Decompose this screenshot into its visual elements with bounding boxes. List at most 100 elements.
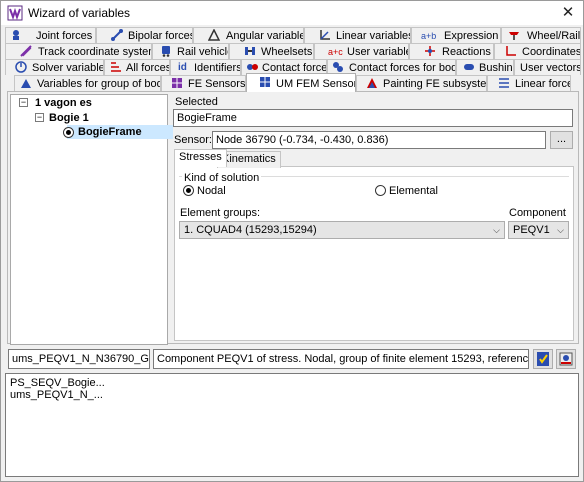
nodal-radio[interactable]	[183, 185, 194, 196]
tab-label: Joint forces	[36, 30, 93, 42]
list-item[interactable]: ums_PEQV1_N_...	[10, 389, 103, 401]
tab-label: Coordinates	[522, 46, 581, 58]
tree-node-root[interactable]: 1 vagon es	[35, 97, 92, 109]
sensor-field[interactable]: Node 36790 (-0.734, -0.430, 0.836)	[212, 131, 546, 149]
element-groups-value: 1. CQUAD4 (15293,15294)	[184, 224, 317, 236]
element-groups-label: Element groups:	[180, 207, 261, 219]
tree-node-radio	[63, 127, 74, 138]
body-tree[interactable]: − 1 vagon es − Bogie 1 BogieFrame	[10, 94, 173, 345]
tab-label: User variables	[347, 46, 408, 58]
sensor-browse-button[interactable]: ...	[550, 131, 573, 149]
sensor-label: Sensor:	[174, 134, 212, 146]
close-button[interactable]: ✕	[553, 1, 583, 25]
tab-label: Variables for group of bodies	[37, 78, 161, 90]
expression-icon: a+b	[421, 31, 437, 41]
variable-name-field[interactable]: ums_PEQV1_N_N36790_GroupFE1	[8, 349, 150, 369]
axes-icon	[320, 30, 330, 40]
tab-label: Identifiers	[194, 62, 241, 74]
tab-solver-variables[interactable]: Solver variables	[5, 59, 104, 75]
angle-icon	[208, 29, 220, 41]
selected-field[interactable]: BogieFrame	[173, 109, 573, 127]
variables-list[interactable]: PS_SEQV_Bogie... ums_PEQV1_N_...	[5, 373, 579, 477]
wheel-rail-icon	[509, 32, 519, 40]
tab-track-coordinate-system[interactable]: Track coordinate system	[5, 43, 152, 59]
tab-coordinates[interactable]: Coordinates	[494, 43, 581, 59]
tab-label: Rail vehicle	[177, 46, 229, 58]
fe-sensors-icon	[172, 78, 182, 88]
tab-label: All forces	[126, 62, 170, 74]
tab-label: UM FEM Sensors	[276, 78, 356, 90]
tab-reactions[interactable]: Reactions	[409, 43, 494, 59]
tab-angular-variables[interactable]: Angular variables	[193, 27, 304, 43]
tab-all-forces[interactable]: All forces	[104, 59, 170, 75]
tab-label: Expression	[444, 30, 499, 42]
contact-forces-icon	[247, 64, 258, 70]
painting-icon	[367, 78, 377, 88]
tab-label: Reactions	[442, 46, 491, 58]
elemental-radio[interactable]	[375, 185, 386, 196]
tab-label: Angular variables	[226, 30, 304, 42]
list-item[interactable]: PS_SEQV_Bogie...	[10, 377, 105, 389]
tab-label: Linear forces	[515, 78, 570, 90]
bipolar-force-icon	[111, 29, 123, 41]
solver-icon	[15, 61, 27, 73]
tab-wheelsets[interactable]: Wheelsets	[229, 43, 314, 59]
tab-variables-for-group-of-bodies[interactable]: Variables for group of bodies	[14, 75, 161, 91]
chevron-down-icon: ⌵	[557, 225, 564, 235]
collapse-icon[interactable]: −	[19, 98, 28, 107]
contact-bodies-icon	[333, 62, 343, 72]
element-groups-select[interactable]: 1. CQUAD4 (15293,15294) ⌵	[179, 221, 505, 239]
tab-label: Contact forces for bodies	[349, 62, 456, 74]
tab-label: Painting FE subsystems	[383, 78, 487, 90]
tab-label: Track coordinate system	[38, 46, 152, 58]
tab-label: Wheelsets	[261, 46, 313, 58]
tree-node-bogie[interactable]: Bogie 1	[49, 112, 89, 124]
tab-label: Bushing	[479, 62, 513, 74]
variable-description-field[interactable]: Component PEQV1 of stress. Nodal, group …	[153, 349, 529, 369]
linear-forces-icon	[499, 78, 509, 88]
tab-bushing[interactable]: Bushing	[456, 59, 514, 75]
tab-bipolar-forces[interactable]: Bipolar forces	[96, 27, 193, 43]
tab-linear-variables[interactable]: Linear variables	[304, 27, 411, 43]
component-value: PEQV1	[513, 224, 550, 236]
tab-wheel-rail[interactable]: Wheel/Rail	[501, 27, 581, 43]
tab-user-variables[interactable]: a+c User variables	[314, 43, 409, 59]
tab-linear-forces[interactable]: Linear forces	[487, 75, 571, 91]
add-variable-list-button[interactable]	[556, 349, 576, 369]
tab-joint-forces[interactable]: Joint forces	[5, 27, 96, 43]
subtab-stresses[interactable]: Stresses	[174, 149, 227, 167]
tab-rail-vehicle[interactable]: Rail vehicle	[152, 43, 229, 59]
track-icon	[20, 45, 32, 57]
reactions-icon	[425, 46, 435, 56]
tab-expression[interactable]: a+b Expression	[411, 27, 501, 43]
tab-label: FE Sensors	[188, 78, 246, 90]
all-forces-icon	[111, 62, 121, 72]
tab-label: Solver variables	[32, 62, 104, 74]
wheelset-icon	[245, 47, 255, 55]
component-select[interactable]: PEQV1 ⌵	[508, 221, 569, 239]
nodal-label[interactable]: Nodal	[197, 185, 226, 197]
collapse-icon[interactable]: −	[35, 113, 44, 122]
add-variable-button[interactable]	[533, 349, 553, 369]
selected-label: Selected	[175, 96, 218, 108]
tab-fe-sensors[interactable]: FE Sensors	[161, 75, 246, 91]
tab-painting-fe-subsystems[interactable]: Painting FE subsystems	[356, 75, 487, 91]
tab-label: Wheel/Rail	[527, 30, 581, 42]
add-variable-icon	[537, 352, 549, 366]
bushing-icon	[464, 64, 474, 70]
tab-user-vectors[interactable]: User vectors	[514, 59, 581, 75]
wizard-window: Wizard of variables ✕ Joint forces Bipol…	[0, 0, 584, 482]
group-bodies-icon	[21, 79, 31, 88]
user-variables-icon: a+c	[328, 47, 343, 57]
tab-label: Linear variables	[336, 30, 411, 42]
title-bar: Wizard of variables ✕	[1, 1, 583, 25]
tree-node-bogieframe[interactable]: BogieFrame	[78, 126, 142, 138]
rail-vehicle-icon	[162, 46, 170, 57]
app-icon	[7, 5, 23, 21]
window-title: Wizard of variables	[28, 6, 131, 20]
elemental-label[interactable]: Elemental	[389, 185, 438, 197]
add-list-icon	[559, 352, 573, 366]
tab-label: Bipolar forces	[128, 30, 193, 42]
tab-identifiers[interactable]: id Identifiers	[170, 59, 241, 75]
tab-um-fem-sensors[interactable]: UM FEM Sensors	[246, 73, 356, 92]
